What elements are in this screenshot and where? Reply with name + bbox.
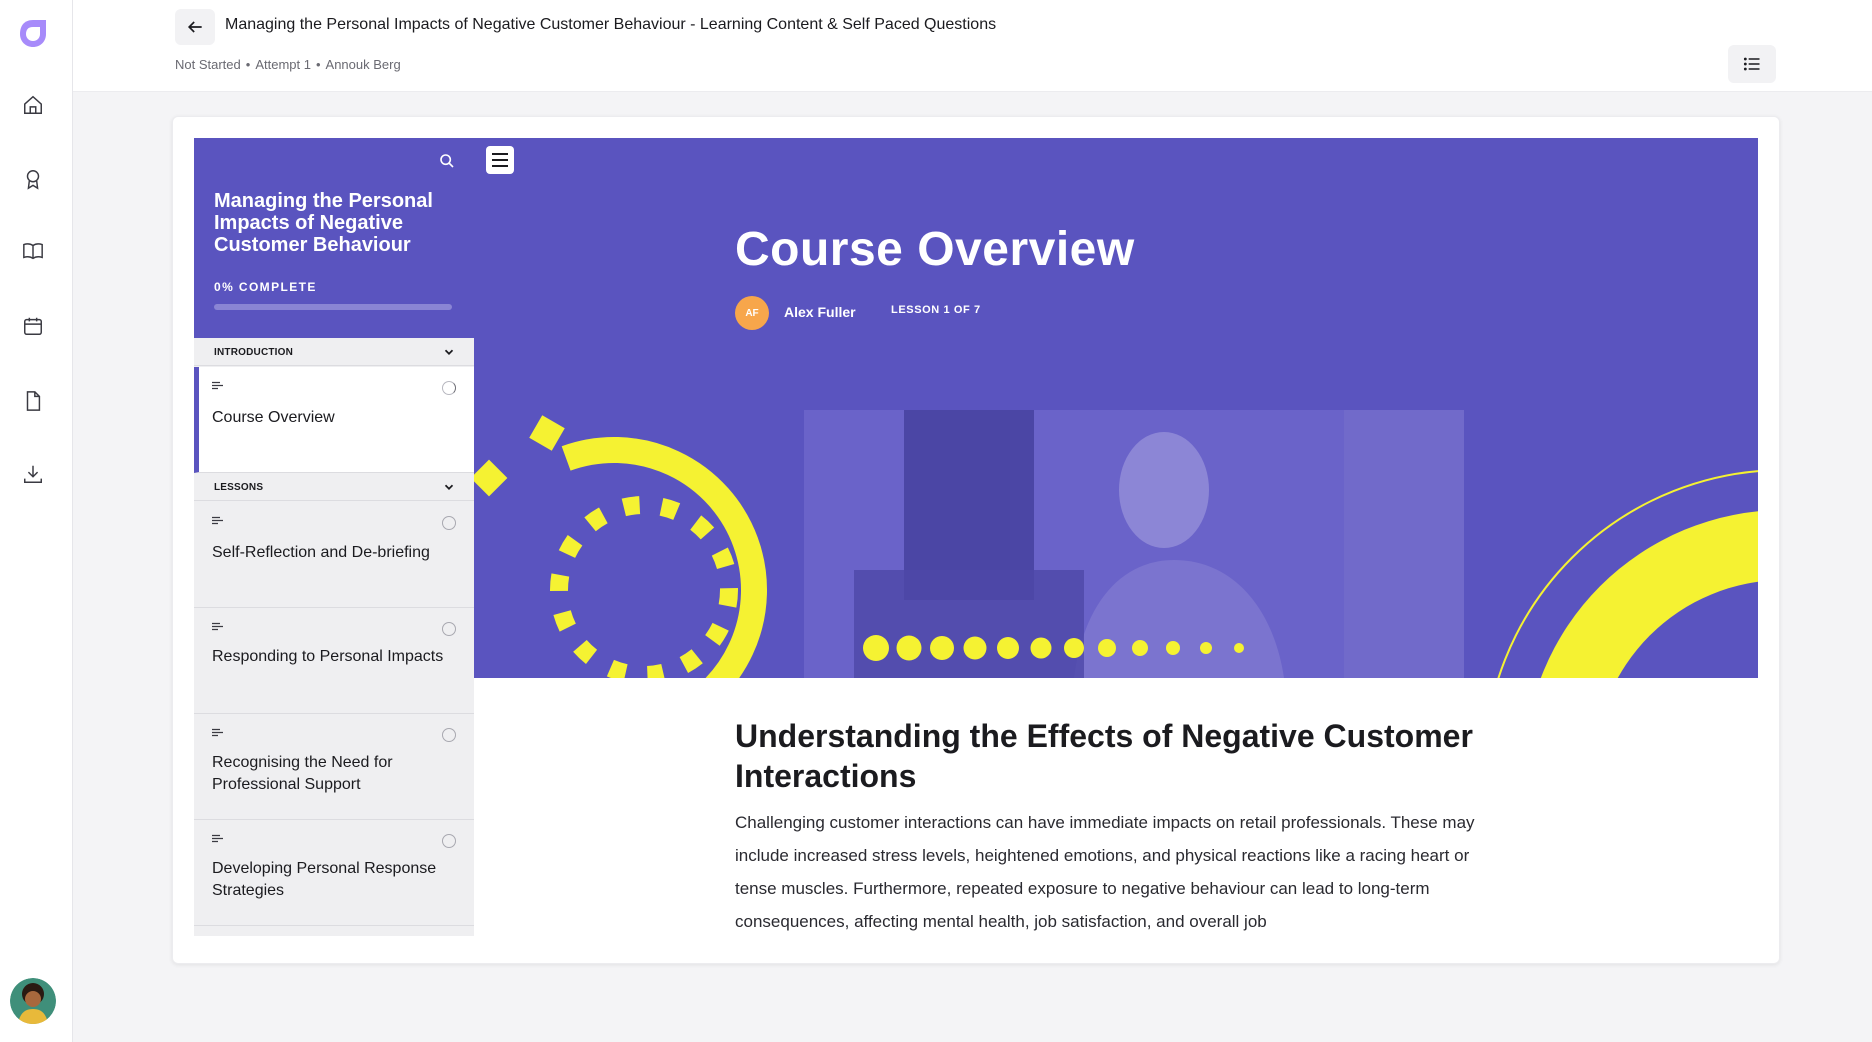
loading-status-icon: [442, 381, 456, 395]
status-text: Not Started: [175, 57, 241, 72]
chevron-down-icon: [444, 349, 454, 355]
section-label: INTRODUCTION: [214, 347, 294, 358]
attempt-meta: Not Started • Attempt 1 • Annouk Berg: [175, 57, 401, 72]
course-sidebar: Managing the Personal Impacts of Negativ…: [194, 138, 474, 936]
menu-toggle-button[interactable]: [486, 146, 514, 174]
book-icon[interactable]: [20, 238, 46, 264]
section-label: LESSONS: [214, 482, 264, 493]
lesson-item-self-reflection[interactable]: Self-Reflection and De-briefing: [194, 502, 474, 608]
lesson-banner-image: [474, 410, 1758, 678]
lesson-title: Recognising the Need for Professional Su…: [212, 754, 393, 793]
app-logo[interactable]: [17, 17, 49, 51]
text-lesson-icon: [212, 728, 223, 737]
list-icon: [1743, 57, 1760, 71]
course-sidebar-header: Managing the Personal Impacts of Negativ…: [194, 138, 474, 338]
course-title: Managing the Personal Impacts of Negativ…: [214, 190, 433, 256]
text-lesson-icon: [212, 834, 223, 843]
lesson-item-response-strategies[interactable]: Developing Personal Response Strategies: [194, 820, 474, 926]
lesson-hero: Course Overview AF Alex Fuller LESSON 1 …: [474, 138, 1758, 410]
lesson-item-responding[interactable]: Responding to Personal Impacts: [194, 608, 474, 714]
progress-label: 0% COMPLETE: [214, 280, 317, 294]
home-icon[interactable]: [20, 92, 46, 118]
author-avatar: AF: [735, 296, 769, 330]
lesson-title: Developing Personal Response Strategies: [212, 860, 437, 899]
user-avatar[interactable]: [10, 978, 56, 1024]
download-icon[interactable]: [20, 461, 46, 487]
search-icon[interactable]: [434, 148, 460, 174]
lesson-title: Self-Reflection and De-briefing: [212, 544, 430, 561]
lesson-title: Course Overview: [212, 409, 335, 426]
separator: •: [315, 57, 321, 72]
page-title: Managing the Personal Impacts of Negativ…: [225, 16, 997, 33]
section-lessons[interactable]: LESSONS: [194, 473, 474, 501]
incomplete-status-icon: [442, 834, 456, 848]
lesson-content: Course Overview AF Alex Fuller LESSON 1 …: [474, 138, 1758, 936]
progress-bar: [214, 304, 452, 310]
back-button[interactable]: [175, 9, 215, 45]
outline-button[interactable]: [1728, 45, 1776, 83]
top-header: Managing the Personal Impacts of Negativ…: [73, 0, 1872, 92]
incomplete-status-icon: [442, 728, 456, 742]
text-lesson-icon: [212, 381, 223, 390]
lesson-item-course-overview[interactable]: Course Overview: [194, 367, 474, 473]
text-lesson-icon: [212, 622, 223, 631]
section-heading: Understanding the Effects of Negative Cu…: [735, 718, 1473, 794]
lesson-item-professional-support[interactable]: Recognising the Need for Professional Su…: [194, 714, 474, 820]
app-rail: [0, 0, 73, 1042]
arrow-left-icon: [187, 21, 202, 33]
text-lesson-icon: [212, 516, 223, 525]
lesson-title: Course Overview: [735, 223, 1135, 276]
chevron-down-icon: [444, 484, 454, 490]
attempt-text: Attempt 1: [255, 57, 311, 72]
body-paragraph: Challenging customer interactions can ha…: [735, 813, 1475, 931]
user-name: Annouk Berg: [325, 57, 401, 72]
section-introduction[interactable]: INTRODUCTION: [194, 338, 474, 366]
award-icon[interactable]: [20, 166, 46, 192]
lesson-title: Responding to Personal Impacts: [212, 648, 444, 665]
incomplete-status-icon: [442, 622, 456, 636]
file-icon[interactable]: [20, 388, 46, 414]
author-name: Alex Fuller: [784, 304, 856, 320]
separator: •: [245, 57, 251, 72]
incomplete-status-icon: [442, 516, 456, 530]
lesson-article: Understanding the Effects of Negative Cu…: [735, 716, 1515, 936]
calendar-icon[interactable]: [20, 313, 46, 339]
hamburger-icon: [492, 153, 508, 167]
lesson-counter: LESSON 1 OF 7: [891, 304, 981, 316]
